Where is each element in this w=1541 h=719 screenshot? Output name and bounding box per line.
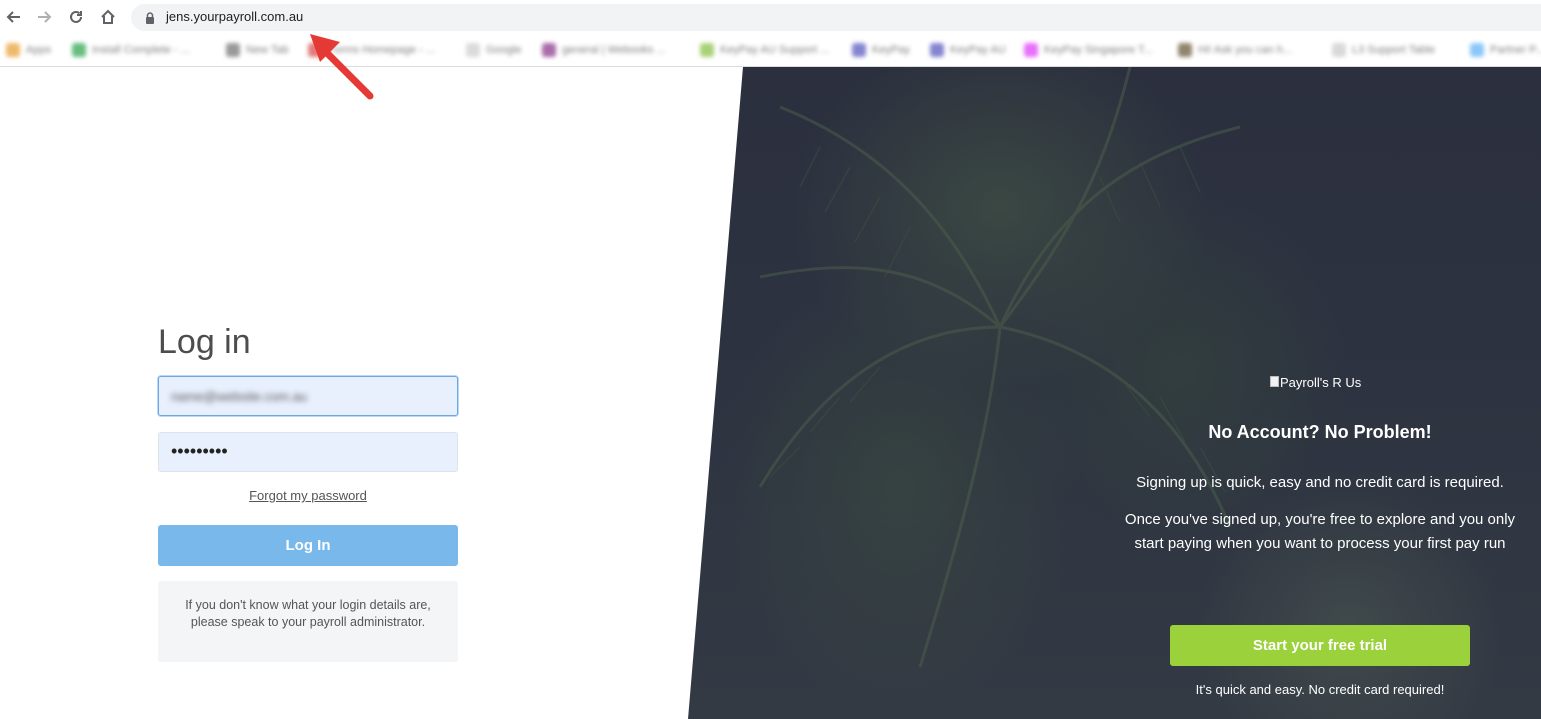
bookmark-favicon-icon: [1024, 43, 1038, 57]
help-box: If you don't know what your login detail…: [158, 581, 458, 662]
bookmarks-bar: Apps Install Complete - ... New Tab Forms H…: [0, 34, 1541, 67]
bookmark-item[interactable]: Partner P...: [1470, 41, 1541, 59]
bookmark-favicon-icon: [700, 43, 714, 57]
forgot-password-link[interactable]: Forgot my password: [158, 488, 458, 503]
promo-heading: No Account? No Problem!: [1208, 422, 1432, 442]
bookmark-favicon-icon: [466, 43, 480, 57]
logo-alt-text: Payroll's R Us: [1280, 375, 1362, 390]
page-title: Log in: [158, 323, 251, 361]
bookmark-favicon-icon: [542, 43, 556, 57]
bookmark-favicon-icon: [1470, 43, 1484, 57]
password-field[interactable]: •••••••••: [158, 432, 458, 472]
bookmark-item[interactable]: New Tab: [226, 41, 289, 59]
bookmark-label: Hi! Ask you can h...: [1198, 44, 1293, 56]
bookmark-item[interactable]: Install Complete - ...: [72, 41, 190, 59]
bookmark-label: Google: [486, 44, 522, 56]
bookmark-label: New Tab: [246, 44, 289, 56]
bookmark-favicon-icon: [1178, 43, 1192, 57]
password-value: •••••••••: [171, 441, 228, 461]
login-button[interactable]: Log In: [158, 525, 458, 566]
bookmark-item[interactable]: Hi! Ask you can h...: [1178, 41, 1292, 59]
reload-icon[interactable]: [66, 7, 86, 27]
bookmark-label: KeyPay: [872, 44, 910, 56]
bookmark-item[interactable]: KeyPay AU Support ...: [700, 41, 829, 59]
bookmark-favicon-icon: [72, 43, 86, 57]
lock-icon: [143, 11, 157, 25]
address-url[interactable]: jens.yourpayroll.com.au: [166, 9, 303, 24]
help-text: If you don't know what your login detail…: [185, 598, 431, 629]
bookmark-item[interactable]: KeyPay AU: [930, 41, 1006, 59]
bookmark-favicon-icon: [6, 43, 20, 57]
home-icon[interactable]: [98, 7, 118, 27]
bookmark-label: Apps: [26, 44, 52, 56]
bookmark-label: L3 Support Table: [1352, 44, 1435, 56]
promo-paragraph-2: Once you've signed up, you're free to ex…: [1124, 511, 1516, 552]
start-free-trial-button[interactable]: Start your free trial: [1170, 625, 1470, 666]
bookmark-item[interactable]: KeyPay: [852, 41, 910, 59]
email-value: name@website.com.au: [171, 389, 308, 404]
annotation-arrow-icon: [310, 34, 374, 100]
bookmark-favicon-icon: [1332, 43, 1346, 57]
bookmark-label: KeyPay AU Support ...: [720, 44, 830, 56]
bookmark-item[interactable]: L3 Support Table: [1332, 41, 1435, 59]
promo-paragraph-1: Signing up is quick, easy and no credit …: [1136, 474, 1504, 491]
bookmark-label: general | Webooks ...: [562, 44, 666, 56]
broken-image-icon: [1270, 376, 1279, 387]
bookmark-favicon-icon: [226, 43, 240, 57]
promo-footnote: It's quick and easy. No credit card requ…: [1195, 682, 1445, 697]
bookmark-favicon-icon: [930, 43, 944, 57]
bookmark-label: KeyPay Singapore T...: [1044, 44, 1153, 56]
company-logo: Payroll's R Us: [1270, 375, 1361, 390]
back-icon[interactable]: [4, 7, 24, 27]
bookmark-item[interactable]: general | Webooks ...: [542, 41, 666, 59]
bookmark-label: KeyPay AU: [950, 44, 1006, 56]
bookmark-item[interactable]: KeyPay Singapore T...: [1024, 41, 1153, 59]
bookmark-label: Install Complete - ...: [92, 44, 190, 56]
forward-icon[interactable]: [34, 7, 54, 27]
bookmark-favicon-icon: [852, 43, 866, 57]
bookmark-item[interactable]: Apps: [6, 41, 51, 59]
login-panel: Log in name@website.com.au ••••••••• For…: [0, 67, 760, 719]
bookmark-label: Partner P...: [1490, 44, 1541, 56]
email-field[interactable]: name@website.com.au: [158, 376, 458, 416]
bookmark-item[interactable]: Google: [466, 41, 521, 59]
browser-toolbar: jens.yourpayroll.com.au: [0, 0, 1541, 34]
